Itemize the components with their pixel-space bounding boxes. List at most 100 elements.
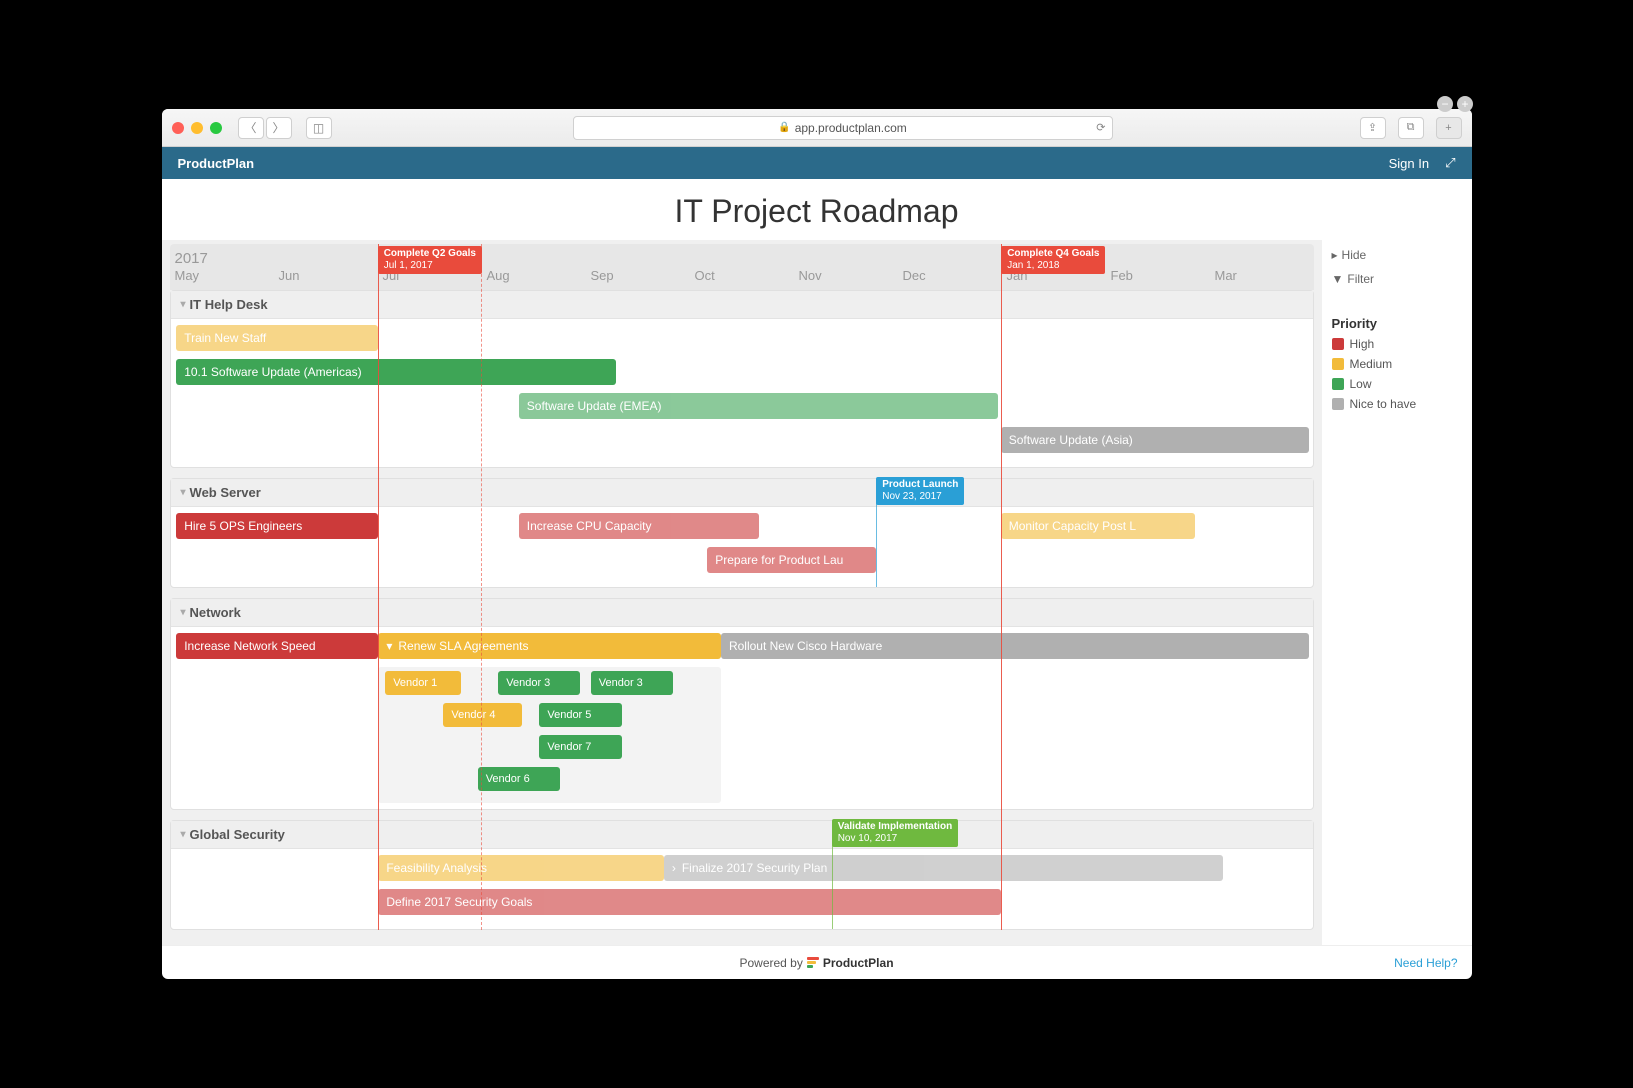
minimize-window-button[interactable]: [191, 122, 203, 134]
help-link[interactable]: Need Help?: [1394, 956, 1457, 970]
bar-label: Rollout New Cisco Hardware: [729, 639, 882, 653]
legend-item[interactable]: Medium: [1332, 357, 1462, 371]
bar-label: Vendor 4: [451, 709, 495, 721]
chevron-down-icon: ▾: [386, 639, 392, 653]
milestone-flag[interactable]: Validate ImplementationNov 10, 2017: [832, 819, 958, 847]
sidebar-toggle-button[interactable]: ◫: [306, 117, 332, 139]
bar-label: Monitor Capacity Post L: [1009, 519, 1136, 533]
bar-label: Software Update (Asia): [1009, 433, 1133, 447]
roadmap-bar[interactable]: ›Finalize 2017 Security Plan: [664, 855, 1224, 881]
lane-header[interactable]: ▾Global Security: [171, 821, 1313, 849]
forward-button[interactable]: 〉: [266, 117, 292, 139]
roadmap-canvas[interactable]: 20172018 MayJunJulAugSepOctNovDecJanFebM…: [162, 240, 1322, 945]
bar-label: Increase CPU Capacity: [527, 519, 652, 533]
month-label: Jul: [378, 268, 482, 283]
zoom-in-button[interactable]: +: [1457, 109, 1472, 112]
bar-label: Renew SLA Agreements: [398, 639, 528, 653]
month-label: Nov: [794, 268, 898, 283]
bar-label: Increase Network Speed: [184, 639, 315, 653]
funnel-icon: ▼: [1332, 272, 1344, 286]
sub-row: Vendor 6: [378, 767, 721, 795]
swatch-icon: [1332, 338, 1344, 350]
sub-row: Vendor 7: [378, 735, 721, 763]
roadmap-bar[interactable]: Monitor Capacity Post L: [1001, 513, 1195, 539]
lane-group: ▾ IT Help Desk Train New Staff 10.1 Softwar…: [170, 290, 1314, 468]
new-tab-button[interactable]: +: [1436, 117, 1462, 139]
lane-group: ▾Web Server Hire 5 OPS Engineers Increase …: [170, 478, 1314, 588]
lane-row: Feasibility Analysis›Finalize 2017 Secur…: [171, 855, 1313, 885]
roadmap-bar[interactable]: 10.1 Software Update (Americas): [176, 359, 616, 385]
address-bar[interactable]: 🔒 app.productplan.com ⟳: [573, 116, 1113, 140]
lane-row: Hire 5 OPS Engineers Increase CPU Capacit…: [171, 513, 1313, 543]
legend-item[interactable]: Low: [1332, 377, 1462, 391]
roadmap-bar[interactable]: Software Update (Asia): [1001, 427, 1309, 453]
roadmap-bar[interactable]: Define 2017 Security Goals: [378, 889, 1000, 915]
month-label: Jan: [1002, 268, 1106, 283]
roadmap-sub-bar[interactable]: Vendor 5: [539, 703, 621, 727]
lane-row: Train New Staff: [171, 325, 1313, 355]
chevron-down-icon: ▾: [181, 299, 186, 310]
roadmap-bar[interactable]: Increase CPU Capacity: [519, 513, 759, 539]
lane-title: IT Help Desk: [190, 297, 268, 312]
roadmap-sub-bar[interactable]: Vendor 3: [498, 671, 580, 695]
browser-chrome: 〈 〉 ◫ 🔒 app.productplan.com ⟳ ⇪ ⧉ +: [162, 109, 1472, 147]
swatch-icon: [1332, 358, 1344, 370]
zoom-out-button[interactable]: −: [1437, 109, 1453, 112]
filter-button[interactable]: ▼ Filter: [1332, 272, 1462, 286]
chevron-right-icon: ›: [672, 861, 676, 875]
productplan-logo[interactable]: ProductPlan: [807, 956, 894, 970]
fullscreen-icon[interactable]: ⤢: [1445, 155, 1455, 171]
lane-header[interactable]: ▾Network: [171, 599, 1313, 627]
roadmap-bar[interactable]: Train New Staff: [176, 325, 378, 351]
bar-label: Prepare for Product Lau: [715, 553, 843, 567]
roadmap-sub-bar[interactable]: Vendor 7: [539, 735, 621, 759]
roadmap-bar[interactable]: Prepare for Product Lau: [707, 547, 876, 573]
lane-header[interactable]: ▾Web Server: [171, 479, 1313, 507]
tabs-button[interactable]: ⧉: [1398, 117, 1424, 139]
container-expanded: Vendor 1 Vendor 3 Vendor 3 Vendor 4 Vendor 5…: [378, 667, 721, 803]
back-button[interactable]: 〈: [238, 117, 264, 139]
legend-item[interactable]: Nice to have: [1332, 397, 1462, 411]
lane-row: Software Update (EMEA): [171, 393, 1313, 423]
timeline-header: 20172018 MayJunJulAugSepOctNovDecJanFebM…: [170, 244, 1314, 290]
lane-row: Increase Network Speed ▾ Renew SLA Agreeme…: [171, 633, 1313, 663]
year-label: 2018: [1002, 250, 1106, 268]
roadmap-bar[interactable]: Increase Network Speed: [176, 633, 378, 659]
milestone-flag[interactable]: Product LaunchNov 23, 2017: [876, 477, 964, 505]
year-label: [794, 250, 898, 268]
window-controls: [172, 122, 222, 134]
zoom-controls: − +: [1437, 109, 1472, 112]
close-window-button[interactable]: [172, 122, 184, 134]
roadmap-sub-bar[interactable]: Vendor 1: [385, 671, 460, 695]
month-label: Dec: [898, 268, 1002, 283]
lane-row: Software Update (Asia): [171, 427, 1313, 457]
month-label: Mar: [1210, 268, 1314, 283]
legend-item[interactable]: High: [1332, 337, 1462, 351]
brand-label[interactable]: ProductPlan: [178, 156, 255, 171]
roadmap-sub-bar[interactable]: Vendor 3: [591, 671, 673, 695]
sign-in-link[interactable]: Sign In: [1389, 156, 1429, 171]
roadmap-sub-bar[interactable]: Vendor 4: [443, 703, 522, 727]
bar-label: Vendor 6: [486, 773, 530, 785]
roadmap-bar[interactable]: Software Update (EMEA): [519, 393, 999, 419]
roadmap-bar[interactable]: Feasibility Analysis: [378, 855, 664, 881]
reload-icon[interactable]: ⟳: [1096, 121, 1105, 134]
chevron-down-icon: ▾: [181, 607, 186, 618]
url-text: app.productplan.com: [795, 121, 907, 135]
legend-title: Priority: [1332, 316, 1462, 331]
share-button[interactable]: ⇪: [1360, 117, 1386, 139]
roadmap-sub-bar[interactable]: Vendor 6: [478, 767, 560, 791]
roadmap-bar[interactable]: ▾ Renew SLA Agreements: [378, 633, 721, 659]
hide-panel-button[interactable]: ▸ Hide: [1332, 248, 1462, 262]
lane-header[interactable]: ▾ IT Help Desk: [171, 291, 1313, 319]
lane-row: 10.1 Software Update (Americas): [171, 359, 1313, 389]
milestone-label: Validate Implementation: [838, 821, 952, 833]
roadmap-bar[interactable]: Rollout New Cisco Hardware: [721, 633, 1309, 659]
lane-row: Prepare for Product Lau: [171, 547, 1313, 577]
lane-body: Hire 5 OPS Engineers Increase CPU Capacit…: [171, 507, 1313, 587]
roadmap-bar[interactable]: Hire 5 OPS Engineers: [176, 513, 378, 539]
year-label: 2017: [170, 250, 274, 268]
app-header: ProductPlan Sign In ⤢: [162, 147, 1472, 179]
maximize-window-button[interactable]: [210, 122, 222, 134]
legend-label: High: [1350, 337, 1375, 351]
